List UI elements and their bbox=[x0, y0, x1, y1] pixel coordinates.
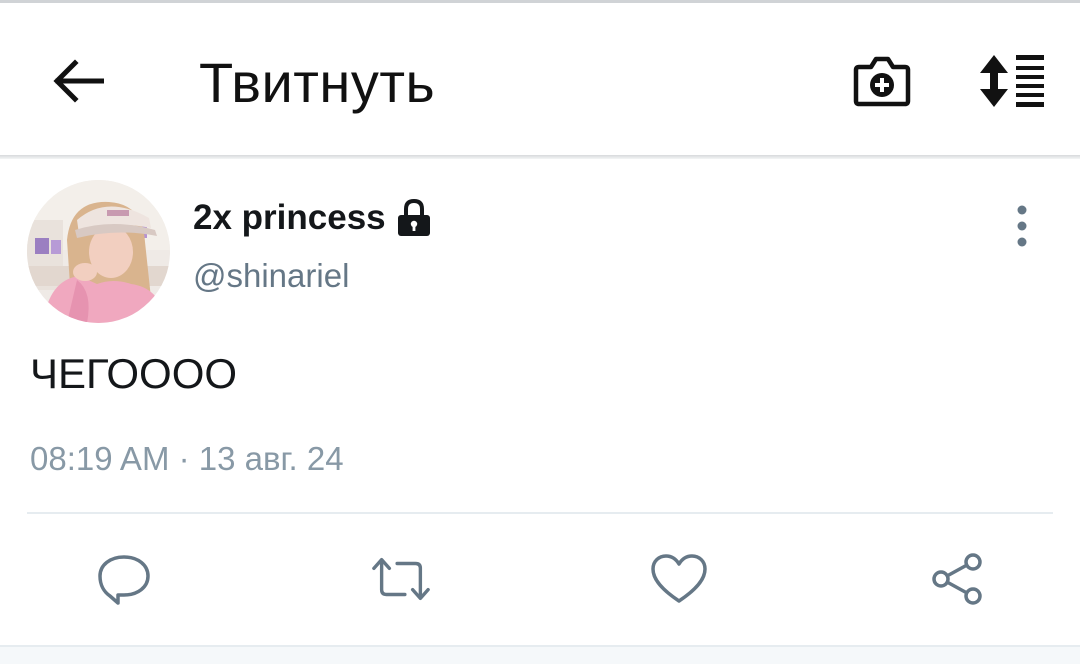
camera-plus-icon bbox=[853, 56, 911, 107]
share-button[interactable] bbox=[926, 548, 988, 610]
reply-button[interactable] bbox=[93, 548, 155, 610]
retweet-icon bbox=[372, 557, 430, 601]
tweet-text: ЧЕГОООО bbox=[30, 350, 238, 397]
user-display-name[interactable]: 2x princess bbox=[193, 196, 432, 240]
more-vertical-icon bbox=[1017, 205, 1027, 247]
share-icon bbox=[932, 553, 982, 605]
avatar[interactable] bbox=[27, 180, 170, 323]
page-title: Твитнуть bbox=[199, 51, 436, 114]
toolbar-shadow bbox=[0, 155, 1080, 159]
heart-icon bbox=[651, 554, 707, 603]
sort-icon bbox=[980, 55, 1044, 107]
divider bbox=[27, 512, 1053, 514]
toolbar: Твитнуть bbox=[0, 3, 1080, 155]
user-handle[interactable]: @shinariel bbox=[193, 254, 349, 298]
display-name-text: 2x princess bbox=[193, 198, 386, 237]
back-button[interactable] bbox=[40, 43, 116, 119]
tweet-timestamp: 08:19 AM · 13 авг. 24 bbox=[30, 440, 344, 477]
back-arrow-icon bbox=[53, 59, 104, 103]
avatar-photo bbox=[27, 180, 170, 323]
add-photo-button[interactable] bbox=[846, 43, 918, 119]
reply-icon bbox=[98, 555, 150, 605]
retweet-button[interactable] bbox=[370, 548, 432, 610]
more-options-button[interactable] bbox=[998, 200, 1046, 252]
lock-icon bbox=[397, 198, 430, 236]
like-button[interactable] bbox=[648, 548, 710, 610]
sort-button[interactable] bbox=[972, 43, 1054, 119]
bottom-area bbox=[0, 647, 1080, 664]
